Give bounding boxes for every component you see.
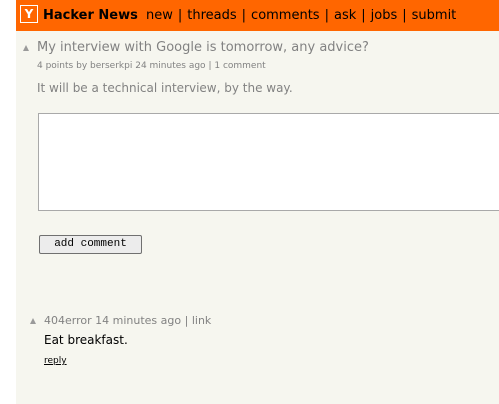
story-by-label: by bbox=[76, 61, 88, 71]
nav-submit[interactable]: submit bbox=[412, 8, 457, 23]
nav-links: new | threads | comments | ask | jobs | submit bbox=[146, 7, 456, 24]
comment-age[interactable]: 14 minutes ago bbox=[95, 314, 181, 327]
upvote-arrow-icon[interactable] bbox=[30, 318, 36, 324]
comment-separator: | bbox=[184, 314, 189, 327]
header-bar: Y Hacker News new | threads | comments | ask | j… bbox=[16, 0, 499, 31]
nav-ask[interactable]: ask bbox=[334, 8, 356, 23]
story-author[interactable]: berserkpi bbox=[90, 61, 132, 71]
story-text: It will be a technical interview, by the… bbox=[37, 81, 293, 95]
story-comments-link[interactable]: 1 comment bbox=[214, 61, 265, 71]
story-title[interactable]: My interview with Google is tomorrow, an… bbox=[37, 40, 369, 56]
comment-header: 404error 14 minutes ago | link bbox=[44, 314, 211, 328]
story-age[interactable]: 24 minutes ago bbox=[135, 61, 205, 71]
comment-text: Eat breakfast. bbox=[44, 333, 128, 347]
nav-separator: | bbox=[402, 8, 407, 23]
nav-new[interactable]: new bbox=[146, 8, 173, 23]
nav-separator: | bbox=[241, 8, 247, 23]
nav-jobs[interactable]: jobs bbox=[371, 8, 398, 23]
nav-separator: | bbox=[177, 8, 183, 23]
upvote-arrow-icon[interactable] bbox=[23, 45, 29, 51]
nav-separator: | bbox=[361, 8, 366, 23]
site-title[interactable]: Hacker News bbox=[43, 7, 138, 24]
reply-link[interactable]: reply bbox=[44, 356, 67, 367]
comment-link[interactable]: link bbox=[192, 314, 211, 327]
comment-author[interactable]: 404error bbox=[44, 314, 92, 327]
page: Y Hacker News new | threads | comments | ask | j… bbox=[16, 0, 499, 404]
story-subline: 4 points by berserkpi 24 minutes ago | 1… bbox=[37, 61, 266, 72]
story-points: 4 points bbox=[37, 61, 74, 71]
nav-threads[interactable]: threads bbox=[187, 8, 236, 23]
nav-comments[interactable]: comments bbox=[251, 8, 320, 23]
comment-textarea[interactable] bbox=[38, 113, 499, 211]
nav-separator: | bbox=[324, 8, 329, 23]
story-separator: | bbox=[208, 61, 212, 71]
y-logo-icon[interactable]: Y bbox=[20, 5, 38, 23]
add-comment-button[interactable]: add comment bbox=[39, 235, 142, 254]
